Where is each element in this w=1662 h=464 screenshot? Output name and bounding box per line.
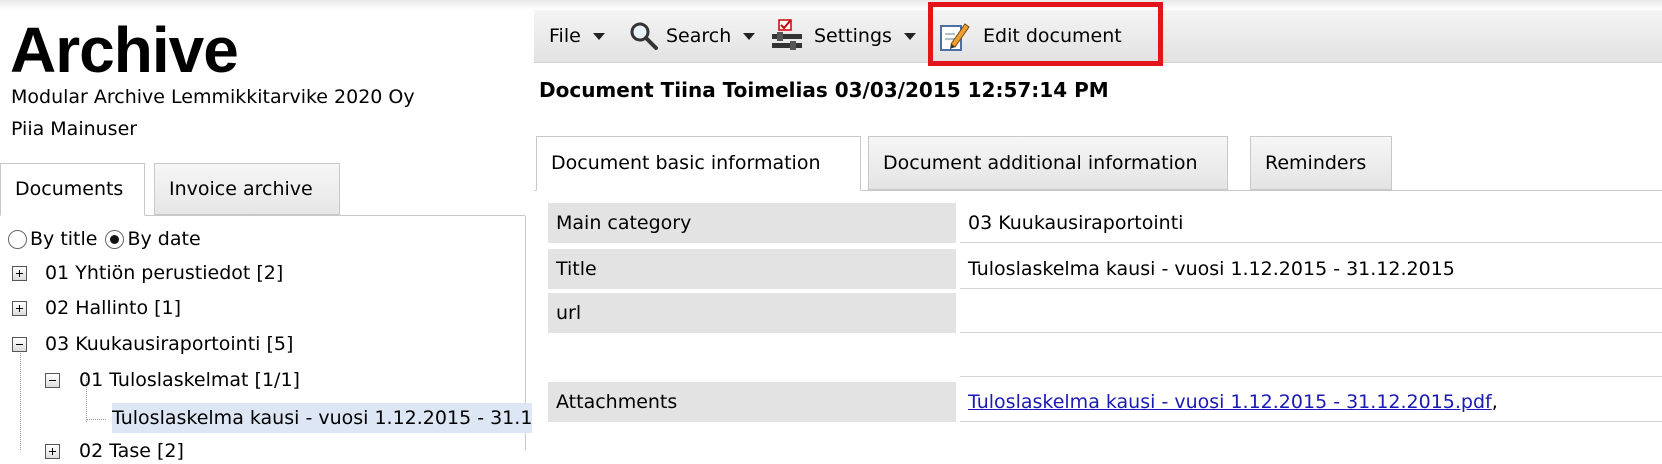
expand-icon[interactable] <box>45 444 60 459</box>
chevron-down-icon <box>903 32 916 40</box>
collapse-icon[interactable] <box>45 373 60 388</box>
app-title: Archive <box>10 14 239 86</box>
file-menu-label: File <box>549 25 581 47</box>
chevron-down-icon <box>743 32 756 40</box>
tab-additional-information[interactable]: Document additional information <box>868 136 1228 190</box>
tree-leaf-selected-document[interactable]: Tuloslaskelma kausi - vuosi 1.12.2015 - … <box>112 403 532 433</box>
divider <box>960 376 1662 377</box>
field-value <box>960 293 1662 333</box>
sort-by-title-label[interactable]: By title <box>30 228 97 250</box>
field-row-attachments: Attachments Tuloslaskelma kausi - vuosi … <box>548 382 1662 422</box>
sort-options: By title By date <box>8 228 209 250</box>
field-value: Tuloslaskelma kausi - vuosi 1.12.2015 - … <box>960 249 1662 289</box>
settings-menu-label: Settings <box>814 25 892 47</box>
settings-icon <box>770 19 804 53</box>
tree-node-tuloslaskelmat[interactable]: 01 Tuloslaskelmat [1/1] <box>79 367 300 393</box>
document-heading: Document Tiina Toimelias 03/03/2015 12:5… <box>539 78 1109 102</box>
tree-node-yhtion-perustiedot[interactable]: 01 Yhtiön perustiedot [2] <box>45 260 283 286</box>
file-menu[interactable]: File <box>549 10 605 62</box>
field-row-url: url <box>548 293 1662 333</box>
user-name: Piia Mainuser <box>11 118 138 140</box>
field-row-title: Title Tuloslaskelma kausi - vuosi 1.12.2… <box>548 249 1662 289</box>
expand-icon[interactable] <box>12 301 27 316</box>
field-row-main-category: Main category 03 Kuukausiraportointi <box>548 203 1662 243</box>
tree-node-hallinto[interactable]: 02 Hallinto [1] <box>45 295 181 321</box>
company-name: Modular Archive Lemmikkitarvike 2020 Oy <box>11 86 415 108</box>
sort-by-date-radio[interactable] <box>105 229 125 249</box>
field-label: Main category <box>548 203 956 243</box>
field-label: url <box>548 293 956 333</box>
left-panel: Archive Modular Archive Lemmikkitarvike … <box>0 0 532 462</box>
field-value: Tuloslaskelma kausi - vuosi 1.12.2015 - … <box>960 382 1662 422</box>
attachment-link[interactable]: Tuloslaskelma kausi - vuosi 1.12.2015 - … <box>968 391 1492 413</box>
field-value: 03 Kuukausiraportointi <box>960 203 1662 243</box>
search-menu-label: Search <box>666 25 732 47</box>
field-label: Title <box>548 249 956 289</box>
expand-icon[interactable] <box>12 266 27 281</box>
tab-reminders[interactable]: Reminders <box>1250 136 1392 190</box>
chevron-down-icon <box>592 32 605 40</box>
field-label: Attachments <box>548 382 956 422</box>
tree-line <box>20 346 21 450</box>
tab-invoice-archive[interactable]: Invoice archive <box>154 163 340 215</box>
document-tabs: Document basic information Document addi… <box>534 136 1662 191</box>
search-icon <box>628 20 660 52</box>
settings-menu[interactable]: Settings <box>770 10 916 62</box>
attachment-separator: , <box>1491 391 1498 413</box>
highlight-box <box>928 2 1163 66</box>
search-menu[interactable]: Search <box>628 10 756 62</box>
left-tabs: Documents Invoice archive <box>0 163 525 216</box>
tree-node-kuukausiraportointi[interactable]: 03 Kuukausiraportointi [5] <box>45 331 293 357</box>
sort-by-title-radio[interactable] <box>8 229 27 249</box>
tree-node-tase[interactable]: 02 Tase [2] <box>79 438 184 464</box>
tab-basic-information[interactable]: Document basic information <box>536 136 861 191</box>
collapse-icon[interactable] <box>12 337 27 352</box>
sort-by-date-label[interactable]: By date <box>127 228 200 250</box>
tab-documents[interactable]: Documents <box>0 163 145 216</box>
document-tree-panel: By title By date 01 Yhtiön perustiedot [… <box>0 216 532 462</box>
tree-line <box>86 419 106 420</box>
